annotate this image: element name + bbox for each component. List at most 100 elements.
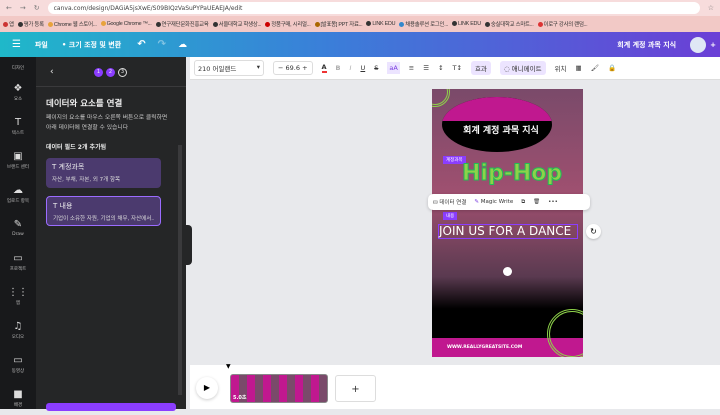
step-3: 3 (118, 68, 127, 77)
design-title-text[interactable]: 회계 계정 과목 지식 (446, 123, 556, 136)
upload-icon: ☁ (13, 184, 23, 196)
design-page[interactable]: 회계 계정 과목 지식 계정과목 Hip-Hop 내용 JOIN US FOR … (432, 89, 583, 357)
elements-icon: ❖ (13, 82, 23, 94)
undo-icon[interactable]: ↶ (137, 39, 145, 50)
rail-apps[interactable]: ⋮⋮ 앱 (0, 279, 36, 313)
headline-text[interactable]: Hip-Hop (461, 161, 562, 187)
font-select[interactable]: 210 어일랜드 ▾ (194, 60, 264, 76)
bookmark[interactable]: Chrome 웹 스토어... (47, 20, 97, 28)
align-icon[interactable]: ≡ (409, 64, 414, 72)
case-icon[interactable]: aA (387, 62, 400, 74)
tag-content[interactable]: 내용 (443, 212, 458, 220)
text-icon: T (53, 202, 58, 210)
rail-draw[interactable]: ✎ Draw (0, 211, 36, 245)
apps-icon: ⋮⋮ (8, 286, 28, 298)
data-connect-panel: ‹ 1 2 3 데이터와 요소를 연결 페이지의 요소를 마우스 오른쪽 버튼으… (36, 57, 186, 411)
delete-icon[interactable]: 🗑 (533, 199, 540, 205)
add-icon[interactable]: + (710, 41, 716, 49)
vertical-text-icon[interactable]: T↕ (453, 64, 462, 72)
bookmark[interactable]: LINK EDU (366, 21, 396, 27)
rail-video[interactable]: ▭ 동영상 (0, 347, 36, 381)
bookmark[interactable]: 이로구 강사의 랜덤... (537, 20, 588, 28)
bookmark[interactable]: [발표몽] PPT 자료... (314, 20, 363, 28)
data-field-card[interactable]: T 계정과목 자산, 부채, 자본, 외 7개 항목 (46, 158, 161, 188)
lock-icon[interactable]: 🔒 (608, 64, 616, 72)
panel-title: 데이터와 요소를 연결 (46, 99, 123, 109)
text-color-icon[interactable]: A (321, 63, 327, 73)
back-icon[interactable]: ← (6, 4, 12, 12)
strikethrough-icon[interactable]: S (374, 64, 378, 72)
rail-label-design[interactable]: 디자인 (0, 57, 36, 75)
menu-icon[interactable]: ☰ (12, 39, 21, 50)
body-text-selected[interactable]: JOIN US FOR A DANCE (438, 224, 578, 239)
more-icon[interactable]: ••• (548, 199, 558, 205)
star-icon[interactable]: ☆ (708, 4, 714, 12)
step-1: 1 (94, 68, 103, 77)
folder-icon: ▭ (13, 252, 23, 264)
url-input[interactable]: canva.com/design/DAGiA5jsXwE/S09BIQzVaSu… (47, 2, 700, 14)
panel-scrollbar[interactable] (178, 145, 182, 395)
bookmark[interactable]: 서울대학교 학생상... (212, 20, 262, 28)
reload-icon[interactable]: ↻ (34, 4, 40, 12)
magic-write-button[interactable]: ✎ Magic Write (474, 199, 513, 205)
redo-icon[interactable]: ↷ (158, 39, 166, 50)
rail-brand[interactable]: ▣ 브랜드 센터 (0, 143, 36, 177)
italic-icon[interactable]: I (350, 64, 352, 72)
underline-icon[interactable]: U (360, 64, 365, 72)
effects-button[interactable]: 효과 (470, 61, 491, 75)
text-icon: T (52, 163, 57, 171)
brand-icon: ▣ (13, 150, 23, 162)
bookmark[interactable]: 채용솔루션 로그인... (399, 20, 448, 28)
panel-description: 페이지의 요소를 마우스 오른쪽 버튼으로 클릭하면 아래 데이터에 연결할 수… (46, 115, 168, 131)
rail-projects[interactable]: ▭ 프로젝트 (0, 245, 36, 279)
rail-uploads[interactable]: ☁ 업로드 항목 (0, 177, 36, 211)
continue-button[interactable] (46, 403, 176, 411)
font-size-stepper[interactable]: − 69.6 + (273, 61, 313, 75)
bookmark[interactable]: 평가 등록 (17, 20, 44, 28)
position-button[interactable]: 위치 (555, 63, 567, 73)
rotate-handle-icon[interactable] (503, 267, 512, 276)
bookmark[interactable]: 정품구매, 시리얼... (265, 20, 311, 28)
bookmarks-bar: 앱 평가 등록 Chrome 웹 스토어... Google Chrome ™.… (0, 16, 720, 32)
duration-label: 5.0초 (233, 395, 247, 401)
add-page-button[interactable]: + (335, 375, 376, 402)
regenerate-icon[interactable]: ↻ (586, 224, 601, 239)
text-icon: T (14, 116, 22, 128)
duplicate-icon[interactable]: ⧉ (521, 199, 525, 206)
draw-icon: ✎ (13, 219, 23, 230)
playhead-marker-icon[interactable]: ▼ (226, 363, 231, 370)
resize-button[interactable]: • 크기 조정 및 변환 (62, 40, 121, 50)
step-2: 2 (106, 68, 115, 77)
list-icon[interactable]: ☰ (423, 64, 429, 72)
spacing-icon[interactable]: ↕ (438, 64, 443, 72)
design-title[interactable]: 회계 계정 과목 지식 (617, 40, 676, 50)
footer-url[interactable]: WWW.REALLYGREATSITE.COM (447, 345, 522, 350)
data-field-card[interactable]: T 내용 기업이 소유한 자원, 기업의 채무, 자산에서... (46, 196, 161, 226)
back-chevron-icon[interactable]: ‹ (50, 67, 54, 77)
connect-data-button[interactable]: ⛁ 데이터 연결 (433, 198, 466, 206)
green-swirl (547, 309, 583, 357)
bookmark[interactable]: 숭실대학교 스마트... (484, 20, 534, 28)
fields-label: 데이터 필드 2개 추가됨 (46, 144, 107, 151)
play-button[interactable]: ▶ (196, 377, 218, 399)
video-icon: ▭ (13, 354, 23, 366)
bookmark[interactable]: 연구재단문화진흥교육 (155, 20, 209, 28)
rail-text[interactable]: T 텍스트 (0, 109, 36, 143)
bookmark[interactable]: 앱 (3, 20, 14, 28)
bookmark[interactable]: LINK EDU (451, 21, 481, 27)
animate-button[interactable]: ◌ 애니메이트 (499, 61, 546, 75)
rail-audio[interactable]: ♫ 오디오 (0, 313, 36, 347)
panel-collapse-handle[interactable] (186, 225, 192, 265)
bold-icon[interactable]: B (336, 64, 341, 72)
page-thumbnail[interactable]: 5.0초 (230, 374, 328, 403)
forward-icon[interactable]: → (20, 4, 26, 12)
rail-background[interactable]: ■ 배경 (0, 381, 36, 415)
bookmark[interactable]: Google Chrome ™... (100, 21, 152, 27)
step-indicator: 1 2 3 (94, 68, 127, 77)
cloud-save-icon[interactable]: ☁ (178, 40, 187, 50)
rail-elements[interactable]: ❖ 요소 (0, 75, 36, 109)
transparency-icon[interactable]: ▦ (576, 64, 582, 72)
format-painter-icon[interactable]: 🖌 (591, 64, 599, 72)
avatar[interactable] (690, 36, 707, 53)
file-menu[interactable]: 파일 (35, 40, 48, 50)
